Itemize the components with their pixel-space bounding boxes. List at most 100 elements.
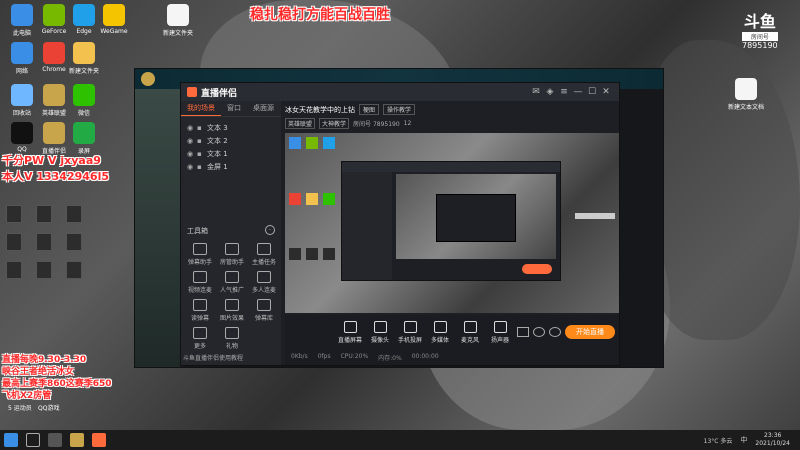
lock-icon[interactable]: ▪ [197, 150, 207, 158]
scene-tab[interactable]: 窗口 [221, 101, 247, 116]
desktop-icon-label: 新建文本文档 [728, 104, 764, 111]
nested-start-button [522, 264, 552, 274]
eye-icon[interactable]: ◉ [187, 124, 197, 132]
source-button[interactable]: 直播屏幕 [335, 321, 365, 344]
input-lang[interactable]: 中 [740, 435, 747, 445]
category-button[interactable]: 操作教学 [383, 104, 416, 115]
app-icon [73, 122, 95, 144]
preview-canvas[interactable] [285, 133, 619, 313]
streaming-taskbar-icon[interactable] [92, 433, 106, 447]
stat-fps: 0fps [317, 353, 331, 360]
menu-icon[interactable]: ≡ [557, 85, 571, 99]
minimize-icon[interactable]: — [571, 85, 585, 99]
file-icon[interactable] [36, 233, 52, 251]
lock-icon[interactable]: ▪ [197, 137, 207, 145]
tool-item[interactable]: 主播任务 [249, 243, 279, 266]
desktop-icon[interactable]: 微信 [66, 84, 102, 117]
tool-item[interactable]: 人气推广 [217, 271, 247, 294]
app-logo-icon [187, 87, 197, 97]
lock-icon[interactable]: ▪ [197, 124, 207, 132]
lol-taskbar-icon[interactable] [70, 433, 84, 447]
layer-item[interactable]: ◉ ▪ 文本 2 [181, 134, 281, 147]
desktop-icon[interactable]: 新建文件夹 [160, 4, 196, 37]
settings-icon[interactable] [549, 327, 561, 337]
desktop-icon[interactable]: 新建文件夹 [66, 42, 102, 75]
desktop-icon-label: 回收站 [12, 110, 31, 117]
mail-icon[interactable]: ✉ [529, 85, 543, 99]
file-icon[interactable] [36, 261, 52, 279]
weather[interactable]: 13°C 多云 [704, 436, 733, 445]
scene-tab[interactable]: 桌面源 [247, 101, 280, 116]
desktop-icon[interactable]: 此电脑 [4, 4, 40, 37]
start-stream-button[interactable]: 开始直播 [565, 325, 615, 339]
tool-item[interactable]: 视频连麦 [185, 271, 215, 294]
eye-icon[interactable]: ◉ [187, 163, 197, 171]
source-button[interactable]: 手机投屏 [395, 321, 425, 344]
tool-item[interactable]: 更多 [185, 327, 215, 350]
desktop-icon[interactable]: 网络 [4, 42, 40, 75]
start-icon[interactable] [4, 433, 18, 447]
tag-b[interactable]: 大神教学 [319, 118, 350, 129]
source-button[interactable]: 多媒体 [425, 321, 455, 344]
tool-item[interactable]: 房管助手 [217, 243, 247, 266]
layer-item[interactable]: ◉ ▪ 金屏 1 [181, 160, 281, 173]
maximize-icon[interactable]: ☐ [585, 85, 599, 99]
eye-icon[interactable]: ◉ [187, 150, 197, 158]
taskbar: 13°C 多云 中 23:36 2021/10/24 [0, 430, 800, 450]
preview-icon [289, 192, 301, 205]
layer-item[interactable]: ◉ ▪ 文本 1 [181, 147, 281, 160]
stream-tag[interactable]: 梗图 [359, 104, 380, 115]
camera-toggle-icon[interactable] [517, 327, 529, 337]
source-label: 摄像头 [370, 337, 389, 344]
stream-info-bar: 冰女天花教学中的上钻 梗图 操作教学 英雄联盟 大神教学 房间号 7895190… [285, 103, 619, 131]
tool-item[interactable]: 读弹幕 [185, 299, 215, 322]
desktop-icon-textdoc[interactable]: 新建文本文档 [728, 78, 764, 111]
clock-time: 23:36 [764, 432, 782, 439]
source-label: 扬声器 [490, 337, 509, 344]
gift-icon[interactable]: ◈ [543, 85, 557, 99]
tool-item[interactable]: 图片效果 [217, 299, 247, 322]
clock[interactable]: 23:36 2021/10/24 [755, 432, 790, 448]
source-button[interactable]: 麦克风 [455, 321, 485, 344]
scene-tab[interactable]: 我的场景 [181, 101, 221, 116]
desktop-icon[interactable]: 回收站 [4, 84, 40, 117]
stream-title[interactable]: 冰女天花教学中的上钻 [285, 105, 355, 115]
source-icon [463, 321, 477, 333]
source-button[interactable]: 扬声器 [485, 321, 515, 344]
desktop-icon[interactable]: WeGame [96, 4, 132, 35]
desktop-icon-label: 新建文件夹 [162, 30, 193, 37]
file-icon[interactable] [6, 261, 22, 279]
file-icon[interactable] [36, 205, 52, 223]
streaming-app-window[interactable]: 直播伴侣 ✉ ◈ ≡ — ☐ ✕ 我的场景 窗口 桌面源 ◉ ▪ 文本 3 ◉ ▪ 文本 2 ◉… [180, 82, 620, 366]
lock-icon[interactable]: ▪ [197, 163, 207, 171]
search-icon[interactable] [26, 433, 40, 447]
eye-icon[interactable] [533, 327, 545, 337]
source-icon [373, 321, 387, 333]
desktop-icon[interactable]: 录屏 [66, 122, 102, 155]
nested-titlebar [342, 162, 560, 172]
close-icon[interactable]: ✕ [599, 85, 613, 99]
tutorial-notice[interactable]: 斗鱼直播伴侣使用教程 [183, 353, 243, 362]
file-icon[interactable] [66, 261, 82, 279]
deep-nested-window [436, 194, 516, 242]
desktop-icon-label: WeGame [100, 28, 128, 35]
stat-bitrate: 0Kb/s [291, 353, 308, 360]
tool-item[interactable]: 礼物 [217, 327, 247, 350]
layer-item[interactable]: ◉ ▪ 文本 3 [181, 121, 281, 134]
file-icon[interactable] [66, 205, 82, 223]
taskview-icon[interactable] [48, 433, 62, 447]
contact-line-1: 千分PW V jxyaa9 [2, 154, 101, 167]
toolbox-settings-icon[interactable]: · [265, 225, 275, 235]
tool-label: 读弹幕 [190, 315, 209, 322]
tool-item[interactable]: 多人连麦 [249, 271, 279, 294]
tag-a[interactable]: 英雄联盟 [285, 118, 316, 129]
file-icon[interactable] [66, 233, 82, 251]
file-icon[interactable] [6, 233, 22, 251]
tool-item[interactable]: 弹幕助手 [185, 243, 215, 266]
source-button[interactable]: 摄像头 [365, 321, 395, 344]
eye-icon[interactable]: ◉ [187, 137, 197, 145]
file-icon[interactable] [6, 205, 22, 223]
desktop-icon[interactable]: QQ [4, 122, 40, 153]
tool-icon [225, 327, 239, 339]
tool-item[interactable]: 弹幕库 [249, 299, 279, 322]
